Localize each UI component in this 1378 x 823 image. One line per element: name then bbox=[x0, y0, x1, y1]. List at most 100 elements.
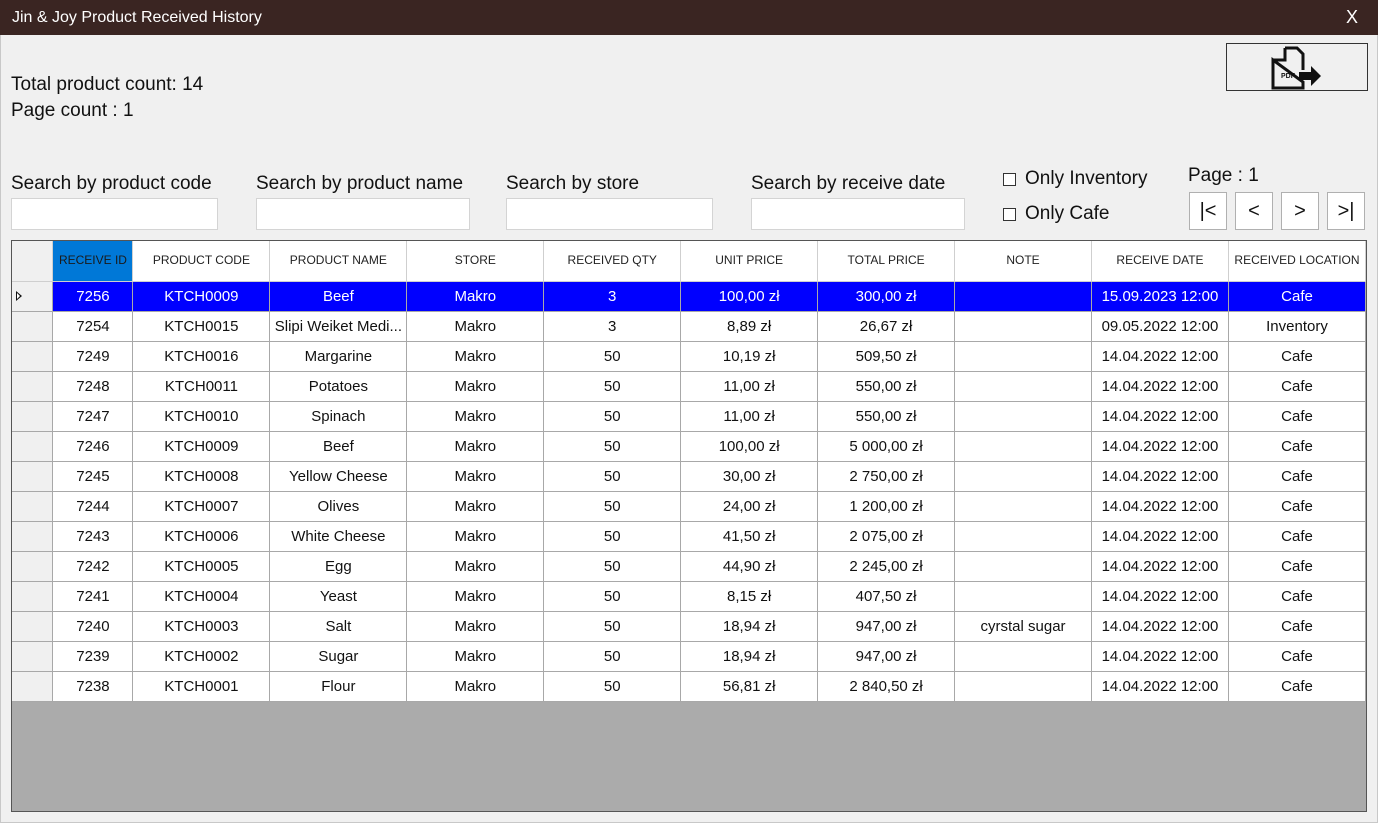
cell-receive-date[interactable]: 14.04.2022 12:00 bbox=[1091, 641, 1229, 672]
cell-total-price[interactable]: 5 000,00 zł bbox=[817, 431, 956, 462]
column-header-note[interactable]: NOTE bbox=[954, 241, 1092, 282]
cell-store[interactable]: Makro bbox=[406, 461, 545, 492]
cell-note[interactable] bbox=[954, 521, 1092, 552]
cell-receive-id[interactable]: 7241 bbox=[52, 581, 134, 612]
cell-receive-id[interactable]: 7242 bbox=[52, 551, 134, 582]
cell-received-location[interactable]: Cafe bbox=[1228, 641, 1366, 672]
cell-product-name[interactable]: Flour bbox=[269, 671, 408, 702]
cell-product-name[interactable]: Yellow Cheese bbox=[269, 461, 408, 492]
column-header-product-name[interactable]: PRODUCT NAME bbox=[269, 241, 408, 282]
cell-unit-price[interactable]: 30,00 zł bbox=[680, 461, 819, 492]
cell-receive-date[interactable]: 14.04.2022 12:00 bbox=[1091, 521, 1229, 552]
cell-total-price[interactable]: 300,00 zł bbox=[817, 281, 956, 312]
row-header[interactable] bbox=[12, 671, 54, 702]
cell-total-price[interactable]: 2 075,00 zł bbox=[817, 521, 956, 552]
cell-total-price[interactable]: 26,67 zł bbox=[817, 311, 956, 342]
cell-total-price[interactable]: 550,00 zł bbox=[817, 401, 956, 432]
pdf-export-button[interactable]: PDF bbox=[1226, 43, 1368, 91]
cell-receive-id[interactable]: 7248 bbox=[52, 371, 134, 402]
cell-product-code[interactable]: KTCH0006 bbox=[132, 521, 271, 552]
cell-note[interactable] bbox=[954, 461, 1092, 492]
search-store-input[interactable] bbox=[506, 198, 713, 230]
cell-unit-price[interactable]: 18,94 zł bbox=[680, 611, 819, 642]
cell-note[interactable] bbox=[954, 401, 1092, 432]
cell-product-code[interactable]: KTCH0001 bbox=[132, 671, 271, 702]
table-row[interactable]: 7254 KTCH0015 Slipi Weiket Medi... Makro 3 8,… bbox=[12, 311, 1366, 342]
cell-receive-id[interactable]: 7243 bbox=[52, 521, 134, 552]
cell-unit-price[interactable]: 18,94 zł bbox=[680, 641, 819, 672]
only-cafe-checkbox[interactable]: Only Cafe bbox=[1003, 203, 1109, 225]
cell-unit-price[interactable]: 11,00 zł bbox=[680, 371, 819, 402]
cell-total-price[interactable]: 947,00 zł bbox=[817, 641, 956, 672]
cell-received-location[interactable]: Cafe bbox=[1228, 461, 1366, 492]
table-row[interactable]: 7244 KTCH0007 Olives Makro 50 24,00 zł 1 200,0… bbox=[12, 491, 1366, 522]
cell-store[interactable]: Makro bbox=[406, 581, 545, 612]
cell-total-price[interactable]: 2 750,00 zł bbox=[817, 461, 956, 492]
cell-receive-date[interactable]: 14.04.2022 12:00 bbox=[1091, 581, 1229, 612]
cell-receive-id[interactable]: 7240 bbox=[52, 611, 134, 642]
cell-store[interactable]: Makro bbox=[406, 611, 545, 642]
cell-note[interactable] bbox=[954, 551, 1092, 582]
table-row[interactable]: 7248 KTCH0011 Potatoes Makro 50 11,00 zł 550,0… bbox=[12, 371, 1366, 402]
cell-received-qty[interactable]: 50 bbox=[543, 461, 682, 492]
cell-store[interactable]: Makro bbox=[406, 401, 545, 432]
cell-note[interactable] bbox=[954, 281, 1092, 312]
cell-product-name[interactable]: Margarine bbox=[269, 341, 408, 372]
table-row[interactable]: 7242 KTCH0005 Egg Makro 50 44,90 zł 2 245,00 z… bbox=[12, 551, 1366, 582]
cell-received-location[interactable]: Cafe bbox=[1228, 671, 1366, 702]
cell-product-code[interactable]: KTCH0007 bbox=[132, 491, 271, 522]
cell-total-price[interactable]: 550,00 zł bbox=[817, 371, 956, 402]
cell-received-location[interactable]: Cafe bbox=[1228, 521, 1366, 552]
row-header[interactable] bbox=[12, 311, 54, 342]
row-header[interactable] bbox=[12, 611, 54, 642]
cell-product-name[interactable]: Salt bbox=[269, 611, 408, 642]
column-header-received-location[interactable]: RECEIVED LOCATION bbox=[1228, 241, 1366, 282]
table-row[interactable]: 7243 KTCH0006 White Cheese Makro 50 41,50 zł 2… bbox=[12, 521, 1366, 552]
cell-note[interactable] bbox=[954, 431, 1092, 462]
cell-received-qty[interactable]: 50 bbox=[543, 401, 682, 432]
cell-total-price[interactable]: 509,50 zł bbox=[817, 341, 956, 372]
cell-received-qty[interactable]: 50 bbox=[543, 671, 682, 702]
cell-receive-date[interactable]: 14.04.2022 12:00 bbox=[1091, 371, 1229, 402]
cell-store[interactable]: Makro bbox=[406, 551, 545, 582]
table-row[interactable]: 7241 KTCH0004 Yeast Makro 50 8,15 zł 407,50 zł… bbox=[12, 581, 1366, 612]
only-inventory-checkbox[interactable]: Only Inventory bbox=[1003, 168, 1148, 190]
row-header[interactable] bbox=[12, 641, 54, 672]
cell-product-code[interactable]: KTCH0011 bbox=[132, 371, 271, 402]
search-product-name-input[interactable] bbox=[256, 198, 470, 230]
column-header-receive-id[interactable]: RECEIVE ID bbox=[52, 241, 134, 282]
cell-store[interactable]: Makro bbox=[406, 491, 545, 522]
cell-product-code[interactable]: KTCH0002 bbox=[132, 641, 271, 672]
cell-product-code[interactable]: KTCH0009 bbox=[132, 431, 271, 462]
column-header-receive-date[interactable]: RECEIVE DATE bbox=[1091, 241, 1229, 282]
cell-received-location[interactable]: Cafe bbox=[1228, 401, 1366, 432]
cell-note[interactable] bbox=[954, 311, 1092, 342]
cell-product-code[interactable]: KTCH0004 bbox=[132, 581, 271, 612]
first-page-button[interactable]: |< bbox=[1189, 192, 1227, 230]
cell-store[interactable]: Makro bbox=[406, 341, 545, 372]
cell-product-name[interactable]: Yeast bbox=[269, 581, 408, 612]
cell-received-qty[interactable]: 3 bbox=[543, 281, 682, 312]
cell-receive-date[interactable]: 14.04.2022 12:00 bbox=[1091, 491, 1229, 522]
cell-unit-price[interactable]: 11,00 zł bbox=[680, 401, 819, 432]
cell-receive-date[interactable]: 15.09.2023 12:00 bbox=[1091, 281, 1229, 312]
cell-receive-id[interactable]: 7245 bbox=[52, 461, 134, 492]
cell-unit-price[interactable]: 10,19 zł bbox=[680, 341, 819, 372]
cell-store[interactable]: Makro bbox=[406, 641, 545, 672]
cell-received-location[interactable]: Cafe bbox=[1228, 371, 1366, 402]
cell-received-location[interactable]: Cafe bbox=[1228, 341, 1366, 372]
table-row[interactable]: 7245 KTCH0008 Yellow Cheese Makro 50 30,00 zł… bbox=[12, 461, 1366, 492]
cell-total-price[interactable]: 2 840,50 zł bbox=[817, 671, 956, 702]
table-row[interactable]: 7239 KTCH0002 Sugar Makro 50 18,94 zł 947,00 z… bbox=[12, 641, 1366, 672]
cell-receive-id[interactable]: 7239 bbox=[52, 641, 134, 672]
row-header[interactable] bbox=[12, 581, 54, 612]
cell-unit-price[interactable]: 100,00 zł bbox=[680, 431, 819, 462]
cell-received-location[interactable]: Cafe bbox=[1228, 581, 1366, 612]
table-row[interactable]: 7240 KTCH0003 Salt Makro 50 18,94 zł 947,00 zł… bbox=[12, 611, 1366, 642]
row-header[interactable] bbox=[12, 341, 54, 372]
cell-received-qty[interactable]: 50 bbox=[543, 341, 682, 372]
cell-received-location[interactable]: Cafe bbox=[1228, 551, 1366, 582]
cell-receive-id[interactable]: 7244 bbox=[52, 491, 134, 522]
cell-unit-price[interactable]: 24,00 zł bbox=[680, 491, 819, 522]
cell-product-name[interactable]: Beef bbox=[269, 281, 408, 312]
